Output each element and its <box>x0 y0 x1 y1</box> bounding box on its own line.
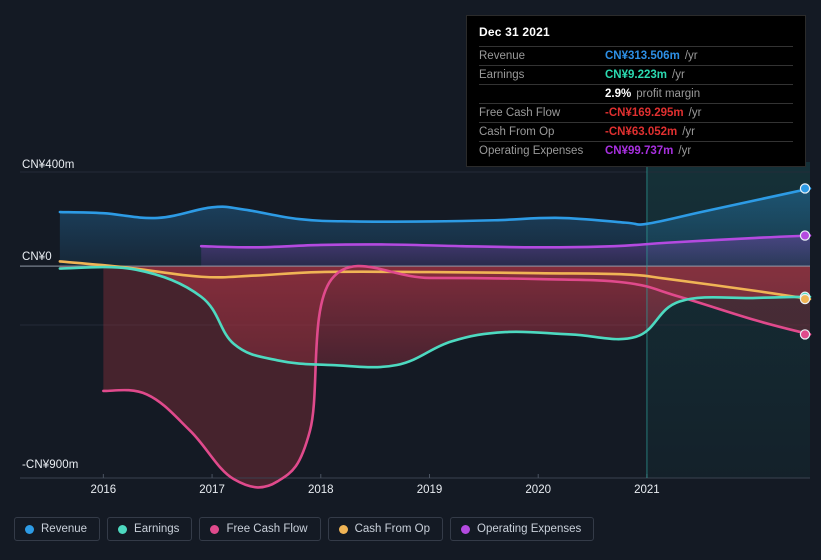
legend-item-label: Operating Expenses <box>477 523 582 535</box>
x-axis-tick-2017: 2017 <box>199 484 225 496</box>
tooltip-row: Operating Expenses CN¥99.737m/yr <box>479 141 793 160</box>
tooltip-row-value: CN¥313.506m <box>605 50 680 62</box>
tooltip-row: Cash From Op -CN¥63.052m/yr <box>479 122 793 141</box>
tooltip-row-label: Free Cash Flow <box>479 107 561 119</box>
tooltip-rows: Revenue CN¥313.506m/yr Earnings CN¥9.223m/y… <box>479 46 793 160</box>
tooltip-row-label: Earnings <box>479 69 525 81</box>
end-marker-free-cash-flow[interactable] <box>799 329 811 340</box>
legend-color-dot-icon <box>118 524 128 534</box>
legend-item-label: Revenue <box>41 523 88 535</box>
tooltip-row-unit: /yr <box>688 107 702 119</box>
financial-chart-panel: CN¥400m CN¥0 -CN¥900m 2016 2017 2018 2019 20… <box>0 0 821 560</box>
legend-item-operating-expenses[interactable]: Operating Expenses <box>450 517 595 541</box>
tooltip-row: 2.9% profit margin <box>479 84 793 103</box>
tooltip-row-unit: /yr <box>682 126 696 138</box>
tooltip-row-value: CN¥99.737m <box>605 145 674 157</box>
tooltip-title: Dec 31 2021 <box>479 25 550 39</box>
data-tooltip: Dec 31 2021 Revenue CN¥313.506m/yr Earning… <box>466 15 806 167</box>
tooltip-row-value: -CN¥169.295m <box>605 107 684 119</box>
end-marker-operating-expenses[interactable] <box>799 230 811 241</box>
tooltip-row-unit: /yr <box>684 50 698 62</box>
legend-item-cash-from-op[interactable]: Cash From Op <box>327 517 444 541</box>
tooltip-row-label: Operating Expenses <box>479 145 584 157</box>
x-axis-tick-2020: 2020 <box>525 484 551 496</box>
end-marker-cash-from-op[interactable] <box>799 293 811 305</box>
tooltip-row-label: Revenue <box>479 50 526 62</box>
y-axis-label-zero: CN¥0 <box>22 251 52 263</box>
tooltip-row: Free Cash Flow -CN¥169.295m/yr <box>479 103 793 122</box>
legend-color-dot-icon <box>25 524 34 534</box>
legend-color-dot-icon <box>210 524 220 534</box>
legend-color-dot-icon <box>461 524 471 534</box>
y-axis-label-top: CN¥400m <box>22 159 75 171</box>
legend-item-revenue[interactable]: Revenue <box>14 517 101 541</box>
tooltip-row-unit: /yr <box>678 145 692 157</box>
legend-color-dot-icon <box>338 524 348 534</box>
x-axis-tick-2016: 2016 <box>90 484 117 496</box>
x-axis-tick-2021: 2021 <box>634 484 660 496</box>
tooltip-row: Revenue CN¥313.506m/yr <box>479 46 793 65</box>
legend-item-free-cash-flow[interactable]: Free Cash Flow <box>199 517 321 541</box>
chart-legend[interactable]: Revenue Earnings Free Cash Flow Cash From O… <box>14 517 595 541</box>
tooltip-row-unit: /yr <box>672 69 685 81</box>
tooltip-row-value: CN¥9.223m <box>605 69 668 81</box>
tooltip-row-value: 2.9% <box>605 88 632 100</box>
y-axis-label-bottom: -CN¥900m <box>22 459 79 471</box>
legend-item-label: Earnings <box>134 523 180 535</box>
x-axis-tick-2019: 2019 <box>416 484 443 496</box>
tooltip-row-label: Cash From Op <box>479 126 555 138</box>
tooltip-row: Earnings CN¥9.223m/yr <box>479 65 793 84</box>
end-marker-revenue[interactable] <box>799 183 811 194</box>
legend-item-label: Free Cash Flow <box>226 523 308 535</box>
legend-item-earnings[interactable]: Earnings <box>107 517 193 541</box>
tooltip-row-unit: profit margin <box>636 88 701 100</box>
legend-item-label: Cash From Op <box>354 523 431 535</box>
tooltip-row-value: -CN¥63.052m <box>605 126 678 138</box>
x-axis-tick-2018: 2018 <box>307 484 334 496</box>
